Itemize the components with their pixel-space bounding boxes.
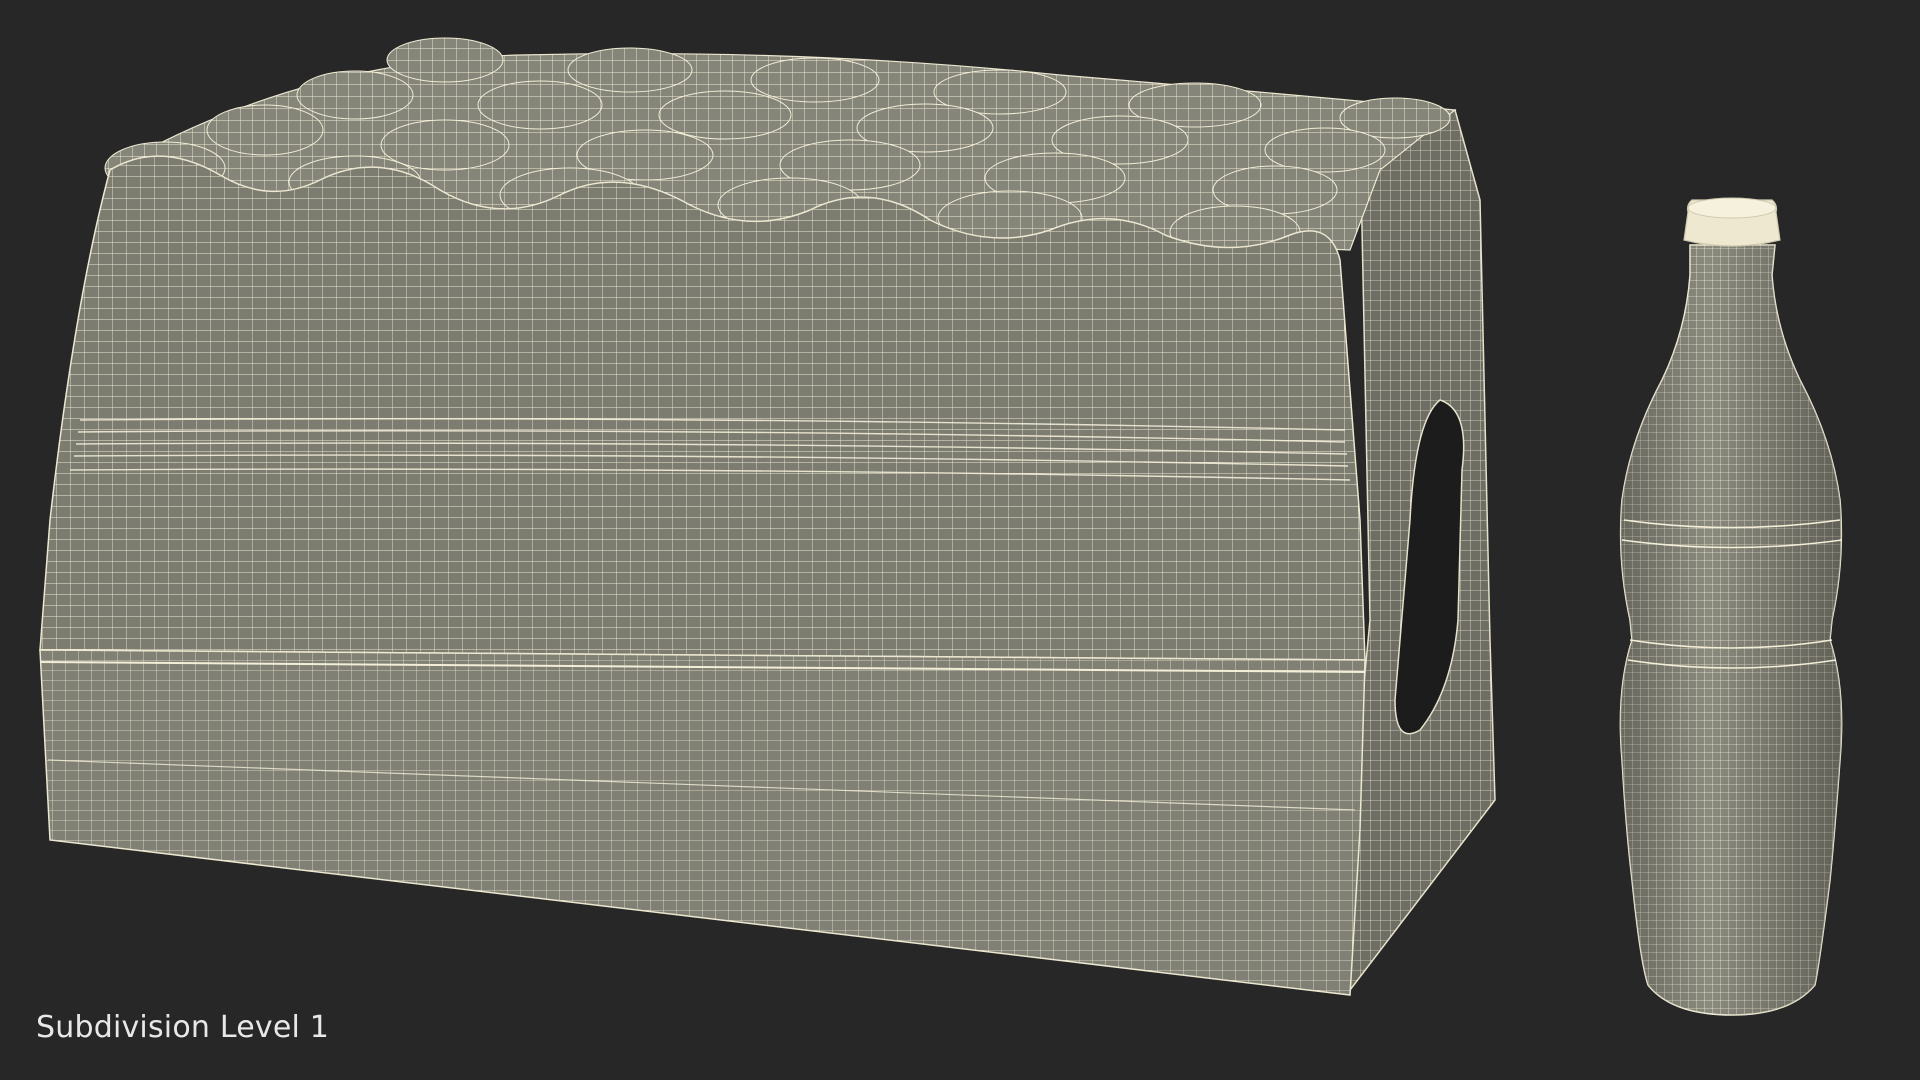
- pack-base-band: [39, 649, 1366, 996]
- glass-bottle: [1619, 197, 1843, 1016]
- subdivision-level-caption: Subdivision Level 1: [36, 1010, 330, 1045]
- wireframe-render: [39, 37, 1843, 1016]
- viewport: Subdivision Level 1: [0, 0, 1920, 1080]
